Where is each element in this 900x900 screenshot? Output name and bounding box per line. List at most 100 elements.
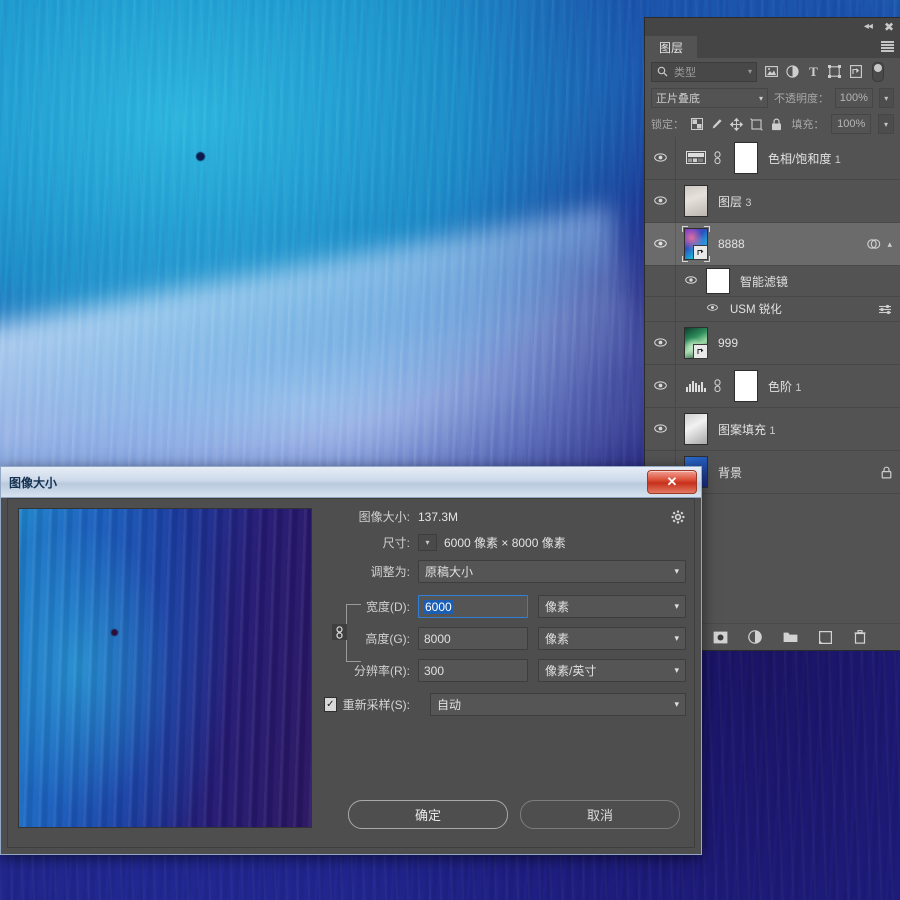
layer-name: USM 锐化 <box>730 301 782 317</box>
lock-all-icon[interactable] <box>770 118 782 131</box>
blend-mode-select[interactable]: 正片叠底 ▾ <box>651 88 768 108</box>
eye-icon <box>707 304 720 314</box>
lock-position-icon[interactable] <box>730 117 744 131</box>
layer-thumbnail[interactable] <box>682 226 710 262</box>
layer-thumbnail[interactable] <box>684 185 708 217</box>
panel-tab-row: 图层 <box>645 36 900 58</box>
layer-row-right-icons <box>881 466 900 479</box>
layer-visibility-toggle[interactable] <box>645 365 676 407</box>
eye-icon <box>653 153 667 163</box>
layer-visibility-toggle[interactable] <box>645 408 676 450</box>
eye-icon <box>653 381 667 391</box>
filter-kind-select[interactable]: 类型 ▾ <box>651 61 757 82</box>
lock-transparent-pixels-icon[interactable] <box>691 118 704 131</box>
pixel-filter-icon[interactable] <box>765 65 778 78</box>
opacity-value: 100% <box>839 92 868 104</box>
dialog-close-button[interactable]: ✕ <box>647 470 697 494</box>
add-mask-icon[interactable] <box>713 630 728 645</box>
fill-input[interactable]: 100% <box>831 114 871 134</box>
cancel-button[interactable]: 取消 <box>520 800 680 829</box>
filter-visibility-toggle[interactable] <box>676 304 724 314</box>
layer-name-text: 智能滤镜 <box>740 274 789 289</box>
layer-visibility-toggle[interactable] <box>645 223 676 265</box>
resolution-unit-value: 像素/英寸 <box>545 664 597 678</box>
filter-blending-options-icon[interactable] <box>878 304 892 315</box>
smart-filter-mask-thumbnail[interactable] <box>706 268 730 294</box>
levels-icon <box>684 375 708 397</box>
collapse-chevron-icon[interactable]: ▴ <box>887 239 892 250</box>
height-unit-value: 像素 <box>545 632 570 646</box>
lock-image-pixels-icon[interactable] <box>710 118 723 131</box>
smart-object-badge-icon <box>693 344 708 359</box>
close-panel-icon[interactable]: ✖ <box>884 21 894 33</box>
layer-name: 色相/饱和度 1 <box>768 150 841 167</box>
height-unit-select[interactable]: 像素 ▾ <box>538 627 686 650</box>
width-input[interactable]: 6000 <box>418 595 528 618</box>
gear-icon[interactable] <box>670 509 686 525</box>
dimensions-unit-dropdown[interactable]: ▾ <box>418 534 437 551</box>
search-icon <box>656 65 669 78</box>
resample-select[interactable]: 自动 ▾ <box>430 693 686 716</box>
type-filter-icon[interactable]: T <box>807 64 820 79</box>
resolution-unit-select[interactable]: 像素/英寸 ▾ <box>538 659 686 682</box>
layer-visibility-toggle[interactable] <box>645 180 676 222</box>
layer-row-pattern-fill[interactable]: 图案填充 1 <box>645 408 900 451</box>
smart-object-filter-icon[interactable] <box>849 65 862 78</box>
image-size-label: 图像大小: <box>358 510 410 524</box>
layer-visibility-toggle[interactable] <box>645 322 676 364</box>
opacity-input[interactable]: 100% <box>834 88 873 108</box>
layer-visibility-toggle[interactable] <box>645 297 676 321</box>
layer-row-layer-3[interactable]: 图层 3 <box>645 180 900 223</box>
fill-stepper[interactable]: ▾ <box>877 114 895 134</box>
layer-visibility-toggle[interactable] <box>645 137 676 179</box>
fit-to-select[interactable]: 原稿大小 ▾ <box>418 560 686 583</box>
fit-to-label: 调整为: <box>370 565 410 579</box>
tab-layers[interactable]: 图层 <box>645 36 698 58</box>
layer-mask-thumbnail[interactable] <box>734 370 758 402</box>
chain-bracket <box>346 604 361 662</box>
new-group-icon[interactable] <box>783 630 798 645</box>
layer-mask-link-icon[interactable] <box>711 379 723 393</box>
close-icon: ✕ <box>666 474 678 489</box>
shape-filter-icon[interactable] <box>828 65 841 78</box>
tab-layers-label: 图层 <box>659 40 684 55</box>
layer-thumbnail[interactable] <box>684 327 708 359</box>
resample-value: 自动 <box>437 698 462 712</box>
smart-filter-icon[interactable] <box>867 238 881 250</box>
adjustment-filter-icon[interactable] <box>786 65 799 78</box>
chain-link-icon[interactable] <box>332 624 347 640</box>
layer-row-smart-filters[interactable]: 智能滤镜 <box>645 266 900 297</box>
layer-row-levels[interactable]: 色阶 1 <box>645 365 900 408</box>
ok-button[interactable]: 确定 <box>348 800 508 829</box>
new-layer-icon[interactable] <box>818 630 833 645</box>
chevron-down-icon: ▾ <box>747 67 752 76</box>
layer-mask-link-icon[interactable] <box>711 151 723 165</box>
layer-mask-thumbnail[interactable] <box>734 142 758 174</box>
layer-row-usm-sharpen[interactable]: USM 锐化 <box>645 297 900 322</box>
layer-row-hue-saturation[interactable]: 色相/饱和度 1 <box>645 137 900 180</box>
layer-row-999[interactable]: 999 <box>645 322 900 365</box>
opacity-stepper[interactable]: ▾ <box>878 88 894 108</box>
layer-thumbnail[interactable] <box>684 413 708 445</box>
width-unit-select[interactable]: 像素 ▾ <box>538 595 686 618</box>
filter-enable-toggle[interactable] <box>872 61 884 82</box>
smart-filter-visibility-toggle[interactable] <box>676 276 706 286</box>
collapse-panel-icon[interactable]: ◂◂ <box>864 22 873 32</box>
image-preview[interactable] <box>18 508 312 828</box>
image-size-info-row: 图像大小: 137.3M <box>324 508 686 525</box>
layer-name: 图案填充 1 <box>718 421 775 438</box>
image-size-dialog: 图像大小 ✕ 图像大小: 137.3M 尺寸: ▾ 6000 像素 × 8000… <box>0 466 702 855</box>
height-input[interactable]: 8000 <box>418 627 528 650</box>
layer-visibility-toggle[interactable] <box>645 266 676 296</box>
dialog-titlebar[interactable]: 图像大小 ✕ <box>1 467 701 498</box>
resample-checkbox[interactable]: ✓ <box>324 697 337 712</box>
panel-menu-icon[interactable] <box>881 41 894 52</box>
lock-artboard-icon[interactable] <box>750 117 763 131</box>
resolution-input[interactable]: 300 <box>418 659 528 682</box>
new-adjustment-layer-icon[interactable] <box>748 630 763 645</box>
layer-row-8888[interactable]: 8888 ▴ <box>645 223 900 266</box>
ok-button-label: 确定 <box>414 808 441 823</box>
delete-layer-icon[interactable] <box>853 630 868 645</box>
dialog-body: 图像大小: 137.3M 尺寸: ▾ 6000 像素 × 8000 像素 调整为… <box>7 498 695 848</box>
layer-name: 色阶 1 <box>768 378 801 395</box>
